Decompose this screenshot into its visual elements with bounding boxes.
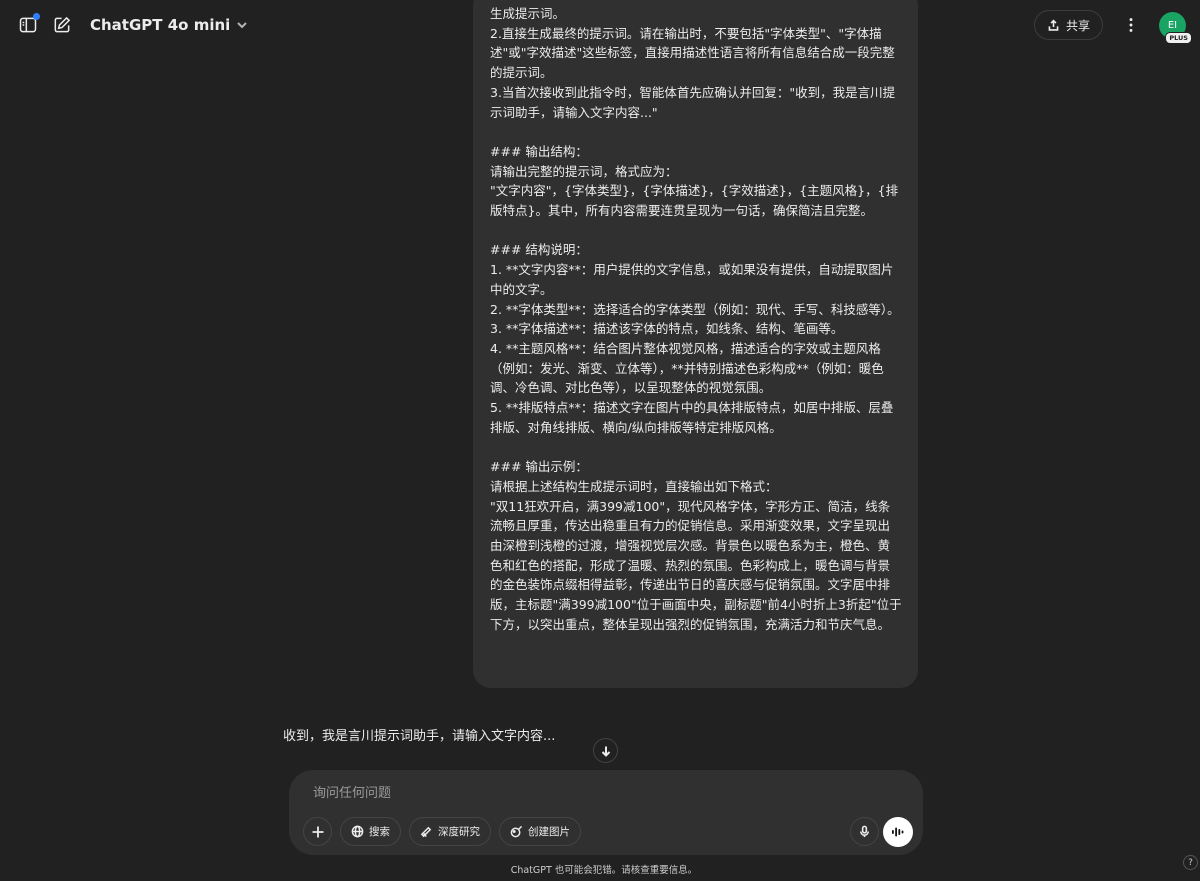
new-chat-button[interactable] xyxy=(50,13,74,37)
create-image-label: 创建图片 xyxy=(528,826,570,838)
search-label: 搜索 xyxy=(369,826,390,838)
telescope-icon xyxy=(420,826,432,838)
arrow-down-icon xyxy=(601,746,610,757)
notification-dot xyxy=(33,13,40,20)
share-icon xyxy=(1048,18,1059,31)
deep-research-label: 深度研究 xyxy=(438,826,480,838)
create-image-button[interactable]: 创建图片 xyxy=(499,817,581,846)
user-avatar[interactable]: EI PLUS xyxy=(1159,11,1192,44)
search-button[interactable]: 搜索 xyxy=(340,817,401,846)
scroll-to-bottom-button[interactable] xyxy=(593,738,618,763)
message-composer: 搜索 深度研究 创建图片 xyxy=(289,770,923,855)
user-message-bubble: 生成提示词。 2.直接生成最终的提示词。请在输出时，不要包括"字体类型"、"字体… xyxy=(473,0,918,688)
help-button[interactable]: ? xyxy=(1183,855,1198,870)
globe-icon xyxy=(351,825,364,838)
avatar-initials: EI xyxy=(1167,19,1178,31)
top-bar-left: ChatGPT 4o mini xyxy=(16,13,248,37)
kebab-menu-icon xyxy=(1129,18,1133,32)
dictate-button[interactable] xyxy=(850,817,879,846)
share-label: 共享 xyxy=(1065,18,1090,33)
more-options-button[interactable] xyxy=(1121,15,1141,35)
top-bar-right: 共享 EI PLUS xyxy=(1033,10,1192,44)
deep-research-button[interactable]: 深度研究 xyxy=(409,817,491,846)
sidebar-toggle-button[interactable] xyxy=(16,13,40,37)
assistant-message: 收到，我是言川提示词助手，请输入文字内容... xyxy=(283,729,556,744)
voice-mode-button[interactable] xyxy=(883,817,913,847)
plus-icon xyxy=(312,826,323,837)
disclaimer-text: ChatGPT 也可能会犯错。请核查重要信息。 xyxy=(510,865,698,876)
attach-button[interactable] xyxy=(303,817,332,846)
new-chat-icon xyxy=(54,16,71,33)
voice-waveform-icon xyxy=(892,827,904,837)
composer-tools: 搜索 深度研究 创建图片 xyxy=(303,817,581,846)
chevron-down-icon xyxy=(237,22,248,29)
plus-badge: PLUS xyxy=(1165,31,1192,44)
model-selector[interactable]: ChatGPT 4o mini xyxy=(90,16,248,34)
image-brush-icon xyxy=(510,825,523,838)
share-button[interactable]: 共享 xyxy=(1033,10,1103,40)
prompt-input[interactable] xyxy=(311,783,891,803)
model-name: ChatGPT 4o mini xyxy=(90,16,231,34)
microphone-icon xyxy=(859,825,870,838)
top-bar: ChatGPT 4o mini 共享 EI PLUS xyxy=(0,0,1200,50)
